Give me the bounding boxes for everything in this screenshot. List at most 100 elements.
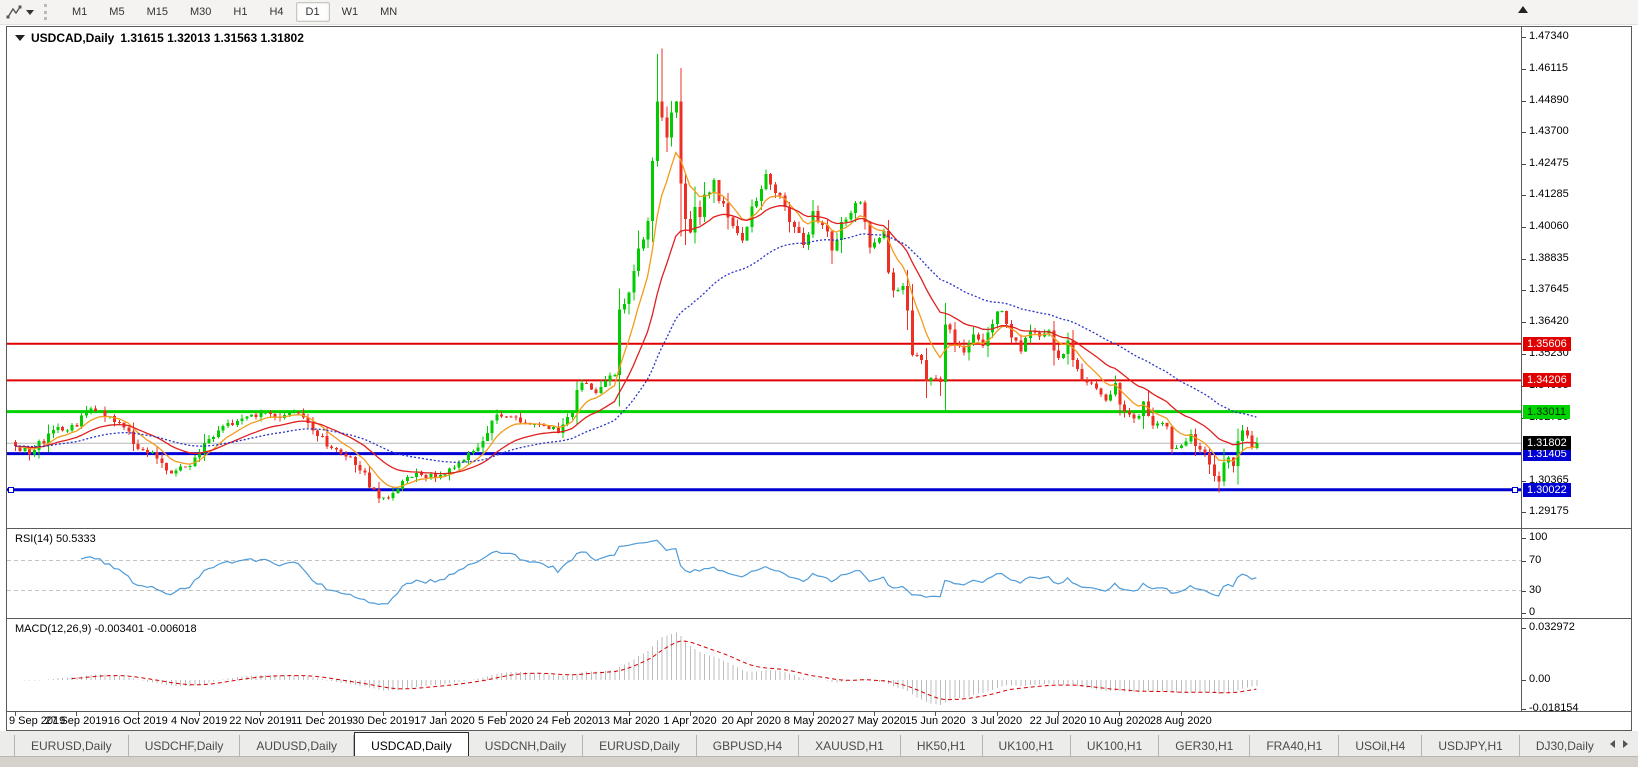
- tab-audusd-daily[interactable]: AUDUSD,Daily: [240, 735, 354, 756]
- date-label: 30 Dec 2019: [352, 715, 414, 727]
- price-tick-label: 1.44890: [1529, 94, 1569, 106]
- tab-usdjpy-h1[interactable]: USDJPY,H1: [1422, 735, 1519, 756]
- rsi-scale[interactable]: 10070300: [1521, 529, 1631, 618]
- rsi-tick-mark: [1522, 561, 1526, 562]
- price-tick-mark: [1522, 37, 1526, 38]
- date-axis[interactable]: 9 Sep 201927 Sep 201916 Oct 20194 Nov 20…: [7, 712, 1631, 730]
- timeframe-m30[interactable]: M30: [180, 2, 221, 22]
- current-price-badge: 1.31802: [1523, 436, 1571, 450]
- date-label: 3 Jul 2020: [971, 715, 1022, 727]
- price-badge-1.34206: 1.34206: [1523, 373, 1571, 387]
- price-tick-mark: [1522, 354, 1526, 355]
- price-tick-mark: [1522, 512, 1526, 513]
- price-tick-mark: [1522, 290, 1526, 291]
- chart-tab-bar: EURUSD,DailyUSDCHF,DailyAUDUSD,DailyUSDC…: [0, 731, 1638, 756]
- macd-tick-mark: [1522, 709, 1526, 710]
- rsi-tick-mark: [1522, 538, 1526, 539]
- rsi-pane[interactable]: 10070300 RSI(14) 50.5333: [7, 529, 1631, 619]
- macd-scale[interactable]: 0.0329720.00-0.018154: [1521, 619, 1631, 711]
- rsi-chart[interactable]: [7, 529, 1521, 618]
- rsi-tick-label: 0: [1529, 606, 1535, 618]
- toolbar-overflow-icon[interactable]: [1518, 6, 1528, 13]
- chart-tabs: EURUSD,DailyUSDCHF,DailyAUDUSD,DailyUSDC…: [0, 731, 1606, 756]
- ma-line-mid: [15, 206, 1256, 474]
- date-label: 16 Oct 2019: [108, 715, 168, 727]
- date-label: 15 Jun 2020: [905, 715, 966, 727]
- price-badge-1.33011: 1.33011: [1523, 405, 1570, 419]
- tab-eurusd-daily[interactable]: EURUSD,Daily: [583, 735, 697, 756]
- tab-ger30-h1[interactable]: GER30,H1: [1159, 735, 1250, 756]
- date-label: 8 May 2020: [784, 715, 841, 727]
- tab-fra40-h1[interactable]: FRA40,H1: [1250, 735, 1339, 756]
- date-label: 24 Feb 2020: [536, 715, 598, 727]
- price-badge-1.30022: 1.30022: [1523, 483, 1571, 497]
- status-bar: [0, 756, 1638, 767]
- price-tick-mark: [1522, 101, 1526, 102]
- timeframe-m1[interactable]: M1: [62, 2, 97, 22]
- timeframe-m15[interactable]: M15: [137, 2, 178, 22]
- price-tick-label: 1.38835: [1529, 252, 1569, 264]
- date-label: 5 Feb 2020: [478, 715, 534, 727]
- price-tick-label: 1.40060: [1529, 220, 1569, 232]
- price-tick-label: 1.29175: [1529, 505, 1569, 517]
- price-scale[interactable]: 1.47340 1.46115 1.44890 1.43700 1.42475 1.412…: [1521, 27, 1631, 528]
- date-label: 13 Mar 2020: [598, 715, 660, 727]
- tab-gbpusd-h4[interactable]: GBPUSD,H4: [697, 735, 799, 756]
- candlestick-chart[interactable]: [7, 27, 1521, 528]
- chart-collapse-icon[interactable]: [15, 35, 25, 41]
- rsi-tick-mark: [1522, 591, 1526, 592]
- price-tick-mark: [1522, 259, 1526, 260]
- rsi-tick-label: 30: [1529, 584, 1541, 596]
- price-tick-mark: [1522, 227, 1526, 228]
- tab-scroll-right-icon[interactable]: [1623, 740, 1628, 748]
- price-tick-label: 1.42475: [1529, 157, 1569, 169]
- price-tick-mark: [1522, 132, 1526, 133]
- tab-hk50-h1[interactable]: HK50,H1: [901, 735, 983, 756]
- macd-histogram: [25, 633, 1257, 705]
- hline-handle[interactable]: [8, 487, 14, 493]
- tab-uk100-h1[interactable]: UK100,H1: [983, 735, 1071, 756]
- price-tick-mark: [1522, 69, 1526, 70]
- price-tick-label: 1.41285: [1529, 188, 1569, 200]
- tab-xauusd-h1[interactable]: XAUUSD,H1: [799, 735, 901, 756]
- tab-usdchf-daily[interactable]: USDCHF,Daily: [129, 735, 241, 756]
- price-tick-label: 1.47340: [1529, 30, 1569, 42]
- main-price-pane[interactable]: 1.47340 1.46115 1.44890 1.43700 1.42475 1.412…: [7, 27, 1631, 529]
- chart-ohlc-values: 1.31615 1.32013 1.31563 1.31802: [120, 31, 304, 45]
- tab-uk100-h1[interactable]: UK100,H1: [1071, 735, 1159, 756]
- price-tick-label: 1.37645: [1529, 283, 1569, 295]
- macd-label: MACD(12,26,9) -0.003401 -0.006018: [15, 623, 197, 635]
- polyline-tool-icon: [6, 4, 22, 20]
- toolbar-grip[interactable]: [44, 4, 54, 20]
- date-label: 1 Apr 2020: [663, 715, 716, 727]
- price-tick-label: 1.46115: [1529, 62, 1568, 74]
- chart-title: USDCAD,Daily 1.31615 1.32013 1.31563 1.3…: [15, 31, 304, 45]
- timeframe-d1[interactable]: D1: [296, 2, 330, 22]
- timeframe-w1[interactable]: W1: [332, 2, 369, 22]
- toolbar: M1M5M15M30H1H4D1W1MN: [0, 0, 1638, 25]
- timeframe-m5[interactable]: M5: [99, 2, 134, 22]
- timeframe-h1[interactable]: H1: [223, 2, 257, 22]
- timeframe-h4[interactable]: H4: [259, 2, 293, 22]
- price-tick-mark: [1522, 481, 1526, 482]
- date-label: 22 Nov 2019: [229, 715, 291, 727]
- macd-tick-mark: [1522, 680, 1526, 681]
- date-label: 11 Dec 2019: [291, 715, 353, 727]
- ma-line-slow: [15, 234, 1256, 462]
- rsi-tick-label: 100: [1529, 531, 1547, 543]
- tab-dj30-daily[interactable]: DJ30,Daily: [1520, 735, 1606, 756]
- hline-handle[interactable]: [1512, 487, 1518, 493]
- macd-chart[interactable]: [7, 619, 1521, 711]
- tab-eurusd-daily[interactable]: EURUSD,Daily: [14, 735, 129, 756]
- tab-usdcnh-daily[interactable]: USDCNH,Daily: [469, 735, 583, 756]
- tab-usdcad-daily[interactable]: USDCAD,Daily: [354, 732, 469, 756]
- rsi-line: [81, 540, 1256, 604]
- draw-tool-button[interactable]: [0, 4, 38, 20]
- tab-scroll-left-icon[interactable]: [1610, 740, 1615, 748]
- price-tick-label: 1.36420: [1529, 315, 1569, 327]
- tab-usoil-h4[interactable]: USOil,H4: [1339, 735, 1422, 756]
- macd-pane[interactable]: 0.0329720.00-0.018154 MACD(12,26,9) -0.0…: [7, 619, 1631, 712]
- timeframe-mn[interactable]: MN: [370, 2, 407, 22]
- price-tick-label: 1.43700: [1529, 125, 1569, 137]
- rsi-tick-mark: [1522, 613, 1526, 614]
